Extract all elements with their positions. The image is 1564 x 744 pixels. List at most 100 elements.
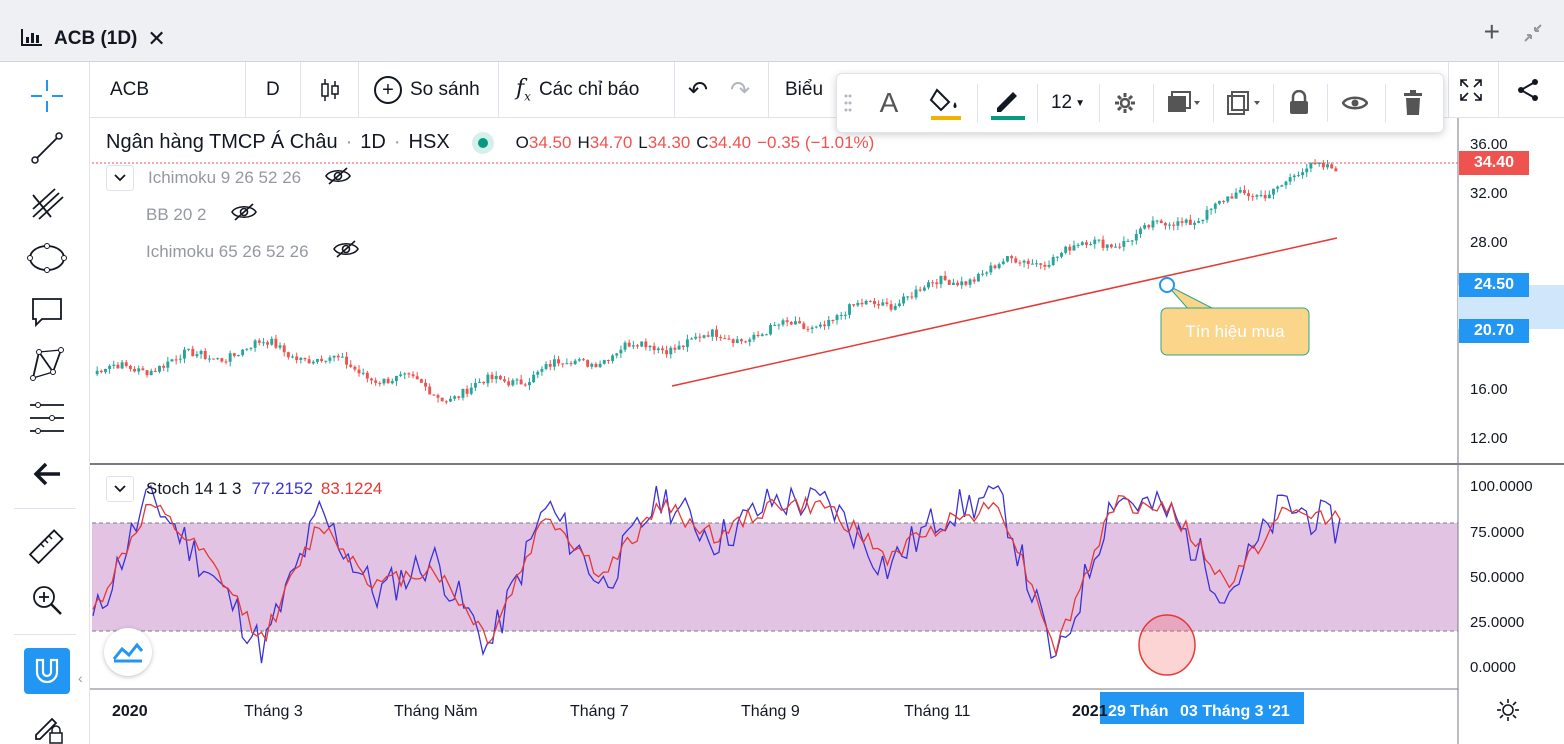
expand-toolbar-arrow[interactable]: ‹ xyxy=(78,670,83,686)
candle-body xyxy=(1143,225,1147,229)
stoch-highlight-ellipse[interactable] xyxy=(1138,614,1196,676)
stoch-label[interactable]: Stoch 14 1 3 xyxy=(146,479,241,499)
eye-icon[interactable] xyxy=(1333,74,1377,132)
candle-body xyxy=(515,379,519,381)
undo-icon[interactable]: ↶ xyxy=(688,62,708,118)
crosshair-icon[interactable] xyxy=(24,76,70,116)
price-tick: 28.00 xyxy=(1470,234,1508,251)
drag-handle[interactable] xyxy=(841,74,855,132)
candle-body xyxy=(382,378,386,384)
back-arrow-icon[interactable] xyxy=(24,454,70,494)
indicator-label[interactable]: BB 20 2 xyxy=(146,205,207,225)
candle-body xyxy=(669,347,673,355)
candle-body xyxy=(673,347,677,350)
trash-icon[interactable] xyxy=(1391,74,1435,132)
candle-body xyxy=(1026,260,1030,264)
candle-body xyxy=(1089,244,1093,246)
ruler-icon[interactable] xyxy=(24,526,70,566)
candle-body xyxy=(540,368,544,372)
candle-body xyxy=(598,363,602,368)
lock-icon[interactable] xyxy=(1279,74,1319,132)
pattern-icon[interactable] xyxy=(24,344,70,384)
prediction-icon[interactable] xyxy=(24,398,70,438)
magnet-icon[interactable] xyxy=(24,648,70,694)
candle-body xyxy=(1155,220,1159,222)
candle-body xyxy=(99,370,103,373)
drawing-toolbar: A 12 ▼ xyxy=(836,73,1444,133)
ellipse-icon[interactable] xyxy=(24,238,70,278)
candle-body xyxy=(407,373,411,375)
trend-line-icon[interactable] xyxy=(24,128,70,168)
candle-body xyxy=(864,300,868,305)
collapse-icon[interactable] xyxy=(1522,22,1544,49)
candle-body xyxy=(278,345,282,348)
callout-anchor[interactable] xyxy=(1159,277,1175,293)
callout-tool-icon[interactable] xyxy=(24,292,70,332)
gear-icon[interactable] xyxy=(1105,74,1145,132)
candle-body xyxy=(116,364,120,369)
interval-button[interactable]: D xyxy=(266,62,280,118)
candle-body xyxy=(370,378,373,381)
candle-body xyxy=(623,342,627,350)
candle-body xyxy=(636,345,639,347)
legend-collapse-button[interactable] xyxy=(106,476,134,502)
candle-body xyxy=(286,352,290,358)
candle-body xyxy=(914,289,918,298)
candle-body xyxy=(1018,262,1022,264)
symbol-search-button[interactable]: ACB xyxy=(110,62,149,118)
candle-body xyxy=(1301,172,1305,176)
hidden-eye-icon[interactable] xyxy=(230,202,257,227)
legend-collapse-button[interactable] xyxy=(106,165,134,191)
candle-body xyxy=(536,371,540,375)
add-icon[interactable]: + xyxy=(1484,18,1500,49)
lock-drawings-icon[interactable] xyxy=(24,708,70,744)
candle-body xyxy=(910,296,914,298)
text-icon[interactable]: A xyxy=(867,74,911,132)
high-value: 34.70 xyxy=(589,132,633,152)
crosshair-time-label: 03 Tháng 3 '21 xyxy=(1180,703,1290,720)
candle-body xyxy=(1105,244,1109,248)
hidden-eye-icon[interactable] xyxy=(332,239,359,264)
visual-order-icon[interactable] xyxy=(1159,74,1209,132)
candle-body xyxy=(324,360,328,362)
indicator-label[interactable]: Ichimoku 65 26 52 26 xyxy=(146,242,309,262)
candle-body xyxy=(1242,190,1246,194)
fullscreen-icon[interactable] xyxy=(1458,62,1484,118)
compare-button[interactable]: + So sánh xyxy=(374,62,480,118)
redo-icon[interactable]: ↷ xyxy=(730,62,750,118)
hidden-eye-icon[interactable] xyxy=(325,166,352,191)
clone-icon[interactable] xyxy=(1219,74,1269,132)
candle-body xyxy=(906,296,910,298)
line-width-dropdown[interactable]: 12 ▼ xyxy=(1043,74,1093,132)
scale-settings-icon[interactable] xyxy=(1496,698,1520,727)
indicators-button[interactable]: fx Các chỉ báo xyxy=(516,62,639,118)
candle-body xyxy=(889,304,893,310)
chart-settings-button[interactable]: Biểu xyxy=(785,62,823,118)
candle-body xyxy=(590,363,594,367)
fill-color-icon[interactable] xyxy=(921,74,971,132)
candles-icon[interactable] xyxy=(318,62,342,118)
candle-body xyxy=(316,358,319,362)
line-color-icon[interactable] xyxy=(983,74,1033,132)
candle-body xyxy=(428,386,432,395)
chart-type-icon[interactable] xyxy=(20,27,44,52)
chart-label: Biểu xyxy=(785,79,824,100)
candle-body xyxy=(178,358,182,360)
left-drawing-toolbar: ‹ xyxy=(0,62,90,744)
candle-body xyxy=(1193,222,1196,225)
candle-body xyxy=(224,361,228,363)
symbol-name[interactable]: Ngân hàng TMCP Á Châu xyxy=(106,131,338,154)
candle-body xyxy=(947,280,951,285)
ohlc-values: O34.50 H34.70 L34.30 C34.40 −0.35 (−1.01… xyxy=(516,133,875,153)
share-icon[interactable] xyxy=(1515,62,1541,118)
candle-body xyxy=(1097,239,1101,241)
zoom-in-icon[interactable] xyxy=(24,580,70,620)
candle-body xyxy=(149,370,153,376)
tradingview-logo[interactable] xyxy=(104,628,152,676)
candle-body xyxy=(561,363,565,365)
pitchfork-icon[interactable] xyxy=(24,184,70,224)
candle-body xyxy=(1176,221,1180,226)
close-icon[interactable]: ✕ xyxy=(147,26,165,52)
indicator-label[interactable]: Ichimoku 9 26 52 26 xyxy=(148,168,301,188)
close-label: C xyxy=(696,132,709,152)
